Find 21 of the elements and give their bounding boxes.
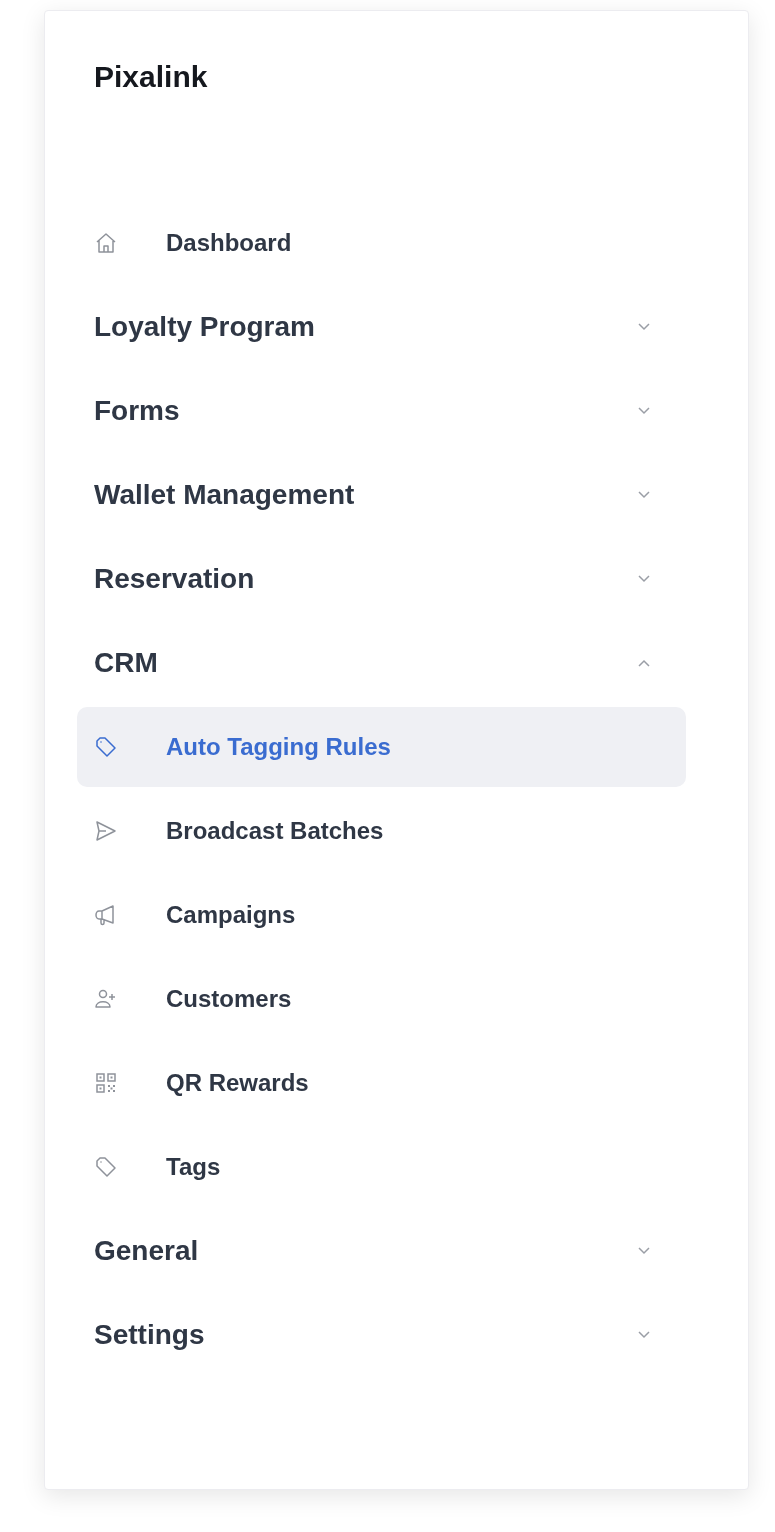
nav-group[interactable]: CRM bbox=[77, 623, 686, 703]
nav-item[interactable]: Auto Tagging Rules bbox=[77, 707, 686, 787]
nav-group[interactable]: Settings bbox=[77, 1295, 686, 1375]
nav-item[interactable]: Dashboard bbox=[77, 203, 686, 283]
home-icon bbox=[94, 231, 118, 255]
user-plus-icon bbox=[94, 987, 118, 1011]
nav-group[interactable]: Wallet Management bbox=[77, 455, 686, 535]
tag-icon bbox=[94, 735, 118, 759]
qr-code-icon bbox=[94, 1071, 118, 1095]
nav-group[interactable]: Reservation bbox=[77, 539, 686, 619]
nav-item[interactable]: Broadcast Batches bbox=[77, 791, 686, 871]
send-icon bbox=[94, 819, 118, 843]
nav-item[interactable]: QR Rewards bbox=[77, 1043, 686, 1123]
tag-icon bbox=[94, 1155, 118, 1179]
nav-group[interactable]: General bbox=[77, 1211, 686, 1291]
brand-name: Pixalink bbox=[94, 60, 208, 93]
nav-item[interactable]: Customers bbox=[77, 959, 686, 1039]
nav-item[interactable]: Campaigns bbox=[77, 875, 686, 955]
nav-item[interactable]: Tags bbox=[77, 1127, 686, 1207]
nav-group[interactable]: Forms bbox=[77, 371, 686, 451]
nav-group[interactable]: Loyalty Program bbox=[77, 287, 686, 367]
